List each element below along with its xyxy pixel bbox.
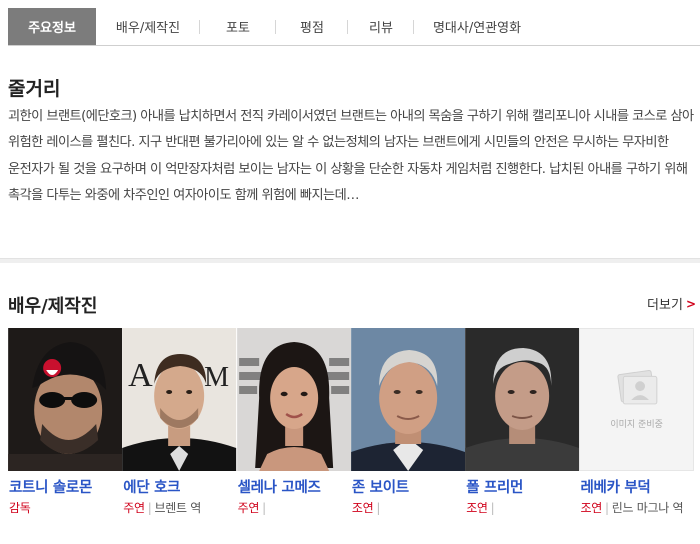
person-meta: 감독 <box>8 499 122 518</box>
cast-card[interactable]: 폴 프리먼 조연 | <box>465 328 580 544</box>
synopsis-title: 줄거리 <box>8 78 61 100</box>
synopsis-text: 괴한이 브랜트(에단호크) 아내를 납치하면서 전직 카레이서였던 브랜트는 아… <box>8 109 694 204</box>
meta-separator: | <box>376 501 381 515</box>
tab-label: 리뷰 <box>369 21 393 36</box>
person-character: 브렌트 역 <box>154 501 202 515</box>
person-character: 린느 마그나 역 <box>611 501 684 515</box>
section-divider <box>0 258 700 263</box>
meta-separator: | <box>490 501 495 515</box>
person-meta: 조연 | <box>351 499 465 518</box>
tab-quotes-related[interactable]: 명대사/연관영화 <box>414 8 540 45</box>
person-photo[interactable] <box>351 328 466 471</box>
cast-card[interactable]: 코트니 솔로몬 감독 <box>8 328 123 544</box>
no-image-label: 이미지 준비중 <box>610 420 663 430</box>
tab-main-info[interactable]: 주요정보 <box>8 8 96 45</box>
person-meta: 주연 | <box>237 499 351 518</box>
tab-label: 포토 <box>226 21 250 36</box>
person-role: 조연 <box>580 501 602 515</box>
person-photo[interactable] <box>236 328 351 471</box>
cast-list: 코트니 솔로몬 감독 A M 에단 호크 주연 | 브렌트 역 셀레나 고메즈 … <box>8 328 700 544</box>
tab-label: 명대사/연관영화 <box>432 21 522 36</box>
person-role: 주연 <box>123 501 145 515</box>
tab-label: 평점 <box>300 21 324 36</box>
person-name[interactable]: 에단 호크 <box>122 476 236 497</box>
cast-card[interactable]: 셀레나 고메즈 주연 | <box>236 328 351 544</box>
person-name[interactable]: 셀레나 고메즈 <box>237 476 351 497</box>
svg-text:M: M <box>204 362 229 393</box>
meta-separator: | <box>147 501 152 515</box>
tab-rating[interactable]: 평점 <box>276 8 348 45</box>
more-button[interactable]: 더보기 > <box>647 294 696 314</box>
tab-review[interactable]: 리뷰 <box>348 8 414 45</box>
person-meta: 조연 | <box>465 499 579 518</box>
meta-separator: | <box>262 501 266 515</box>
person-name[interactable]: 코트니 솔로몬 <box>8 476 122 497</box>
person-photo[interactable] <box>8 328 123 471</box>
chevron-right-icon: > <box>685 296 696 311</box>
cast-card[interactable]: 이미지 준비중 레베카 부덕 조연 | 린느 마그나 역 <box>579 328 694 544</box>
meta-separator: | <box>604 501 609 515</box>
portrait-image <box>8 328 123 471</box>
tab-photo[interactable]: 포토 <box>200 8 276 45</box>
portrait-image <box>351 328 466 471</box>
person-name[interactable]: 레베카 부덕 <box>579 476 693 497</box>
person-role: 주연 <box>237 501 260 515</box>
person-photo[interactable]: A M <box>122 328 237 471</box>
person-photo-placeholder[interactable]: 이미지 준비중 <box>579 328 694 471</box>
tab-label: 배우/제작진 <box>115 21 181 36</box>
portrait-image <box>236 328 351 471</box>
person-role: 조연 <box>466 501 488 515</box>
more-label: 더보기 <box>647 298 683 313</box>
portrait-image: A M <box>122 328 237 471</box>
svg-text:A: A <box>128 357 153 394</box>
person-name[interactable]: 폴 프리먼 <box>465 476 579 497</box>
person-meta: 주연 | 브렌트 역 <box>122 499 236 518</box>
no-image-icon <box>617 369 658 405</box>
tab-bar: 주요정보 배우/제작진 포토 평점 리뷰 명대사/연관영화 <box>8 8 700 46</box>
cast-section-title: 배우/제작진 <box>8 296 98 317</box>
person-role: 감독 <box>9 501 31 515</box>
tab-label: 주요정보 <box>28 21 76 36</box>
cast-card[interactable]: A M 에단 호크 주연 | 브렌트 역 <box>122 328 237 544</box>
cast-card[interactable]: 존 보이트 조연 | <box>351 328 466 544</box>
tab-cast-crew[interactable]: 배우/제작진 <box>96 8 200 45</box>
person-photo[interactable] <box>465 328 580 471</box>
person-meta: 조연 | 린느 마그나 역 <box>579 499 693 518</box>
person-role: 조연 <box>351 501 374 515</box>
portrait-image <box>465 328 580 471</box>
person-name[interactable]: 존 보이트 <box>351 476 465 497</box>
